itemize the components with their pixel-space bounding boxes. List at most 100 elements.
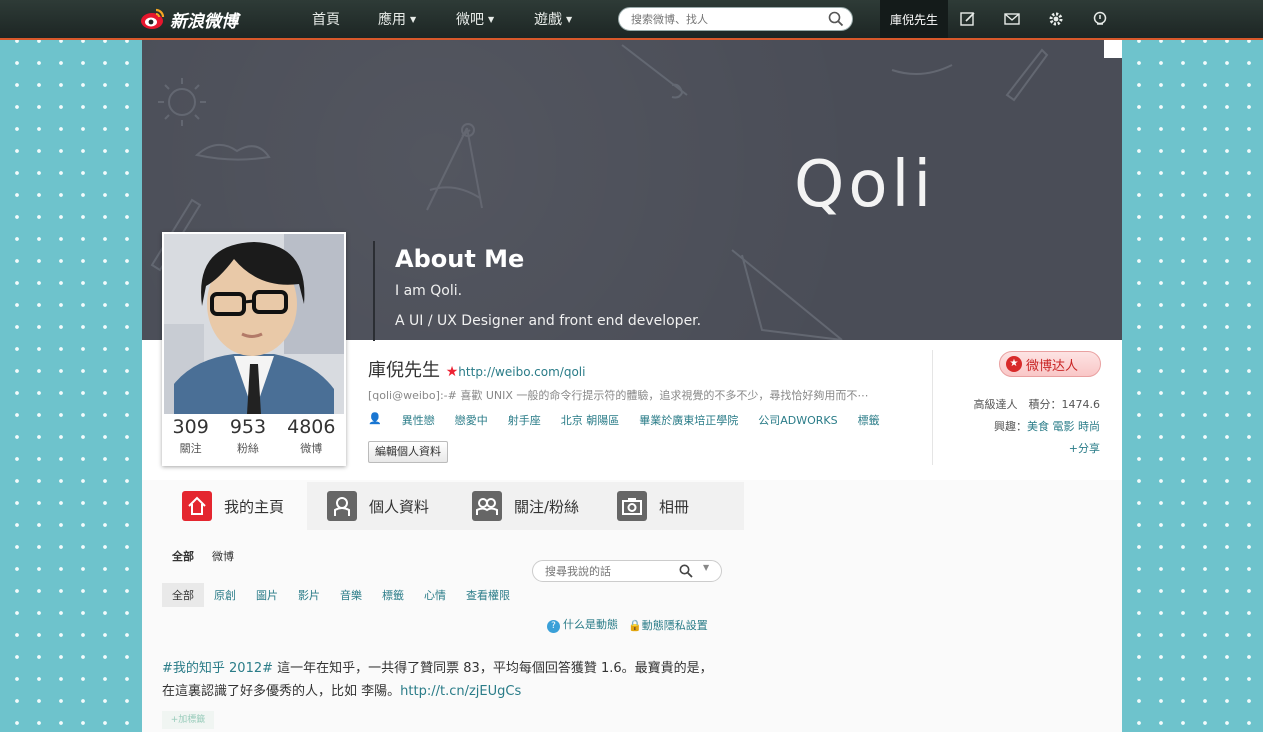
interest-food[interactable]: 美食 xyxy=(1027,420,1049,433)
dropdown-icon[interactable]: ▼ xyxy=(703,563,709,572)
feed-search-input[interactable] xyxy=(543,564,677,579)
tab-my-home-label: 我的主頁 xyxy=(224,497,285,516)
tag-education[interactable]: 畢業於廣東培正學院 xyxy=(639,412,738,428)
filter-permissions[interactable]: 查看權限 xyxy=(456,583,520,607)
share-link[interactable]: +分享 xyxy=(1069,442,1100,455)
user-menu[interactable]: 庫倪先生 xyxy=(880,0,948,38)
interest-movie[interactable]: 電影 xyxy=(1053,420,1075,433)
feed-filters: 全部 原創 圖片 影片 音樂 標籤 心情 查看權限 xyxy=(162,583,520,607)
caret-down-icon: ▼ xyxy=(410,14,417,24)
expert-level: 高級達人 積分：1474.6 xyxy=(973,398,1101,411)
nav-home[interactable]: 首頁 xyxy=(312,0,340,38)
tag-zodiac[interactable]: 射手座 xyxy=(508,412,541,428)
search-icon[interactable] xyxy=(828,11,844,27)
edit-profile-button[interactable]: 編輯個人資料 xyxy=(368,441,448,463)
tag-orientation[interactable]: 異性戀 xyxy=(402,412,435,428)
tag-labels[interactable]: 標籤 xyxy=(858,412,880,428)
global-search-input[interactable] xyxy=(629,11,823,27)
tag-company[interactable]: 公司ADWORKS xyxy=(758,412,837,428)
profile-bio: [qoli@weibo]:-# 喜歡 UNIX 一般的命令行提示符的體驗，追求視… xyxy=(368,389,869,402)
post-link[interactable]: http://t.cn/zjEUgCs xyxy=(400,684,521,699)
stat-posts[interactable]: 4806 微博 xyxy=(287,416,335,456)
tab-follow-fans-label: 關注/粉絲 xyxy=(514,497,580,516)
nav-games[interactable]: 遊戲 ▼ xyxy=(534,0,572,38)
share-link-row: +分享 xyxy=(1069,440,1100,456)
logo-text: 新浪微博 xyxy=(170,11,238,32)
cover-brand-text: Qoli xyxy=(794,148,936,222)
mail-icon[interactable] xyxy=(1003,10,1021,28)
tab-follow-fans[interactable]: 關注/粉絲 xyxy=(452,482,597,530)
nav-bar[interactable]: 微吧 ▼ xyxy=(456,0,494,38)
filter-mood[interactable]: 心情 xyxy=(414,583,456,607)
profile-name: 庫倪先生 xyxy=(368,360,440,381)
home-icon xyxy=(182,491,212,521)
tag-location[interactable]: 北京 朝陽區 xyxy=(561,412,620,428)
avatar-card: 309 關注 953 粉絲 4806 微博 xyxy=(162,232,346,466)
weibo-logo[interactable]: 新浪微博 xyxy=(140,5,238,33)
feed-subnav: 全部 微博 xyxy=(172,548,234,564)
nav-bar-label: 微吧 xyxy=(456,12,484,28)
stat-followers-count: 953 xyxy=(229,416,267,438)
star-badge-icon: ★ xyxy=(1006,356,1022,372)
lock-icon: 🔒 xyxy=(628,618,642,632)
stat-following-count: 309 xyxy=(172,416,209,438)
verified-star-icon: ★ xyxy=(445,364,459,380)
follow-stats: 309 關注 953 粉絲 4806 微博 xyxy=(162,416,346,456)
notification-icon[interactable] xyxy=(1091,10,1109,28)
stat-posts-count: 4806 xyxy=(287,416,336,438)
user-menu-label: 庫倪先生 xyxy=(889,12,938,27)
filter-original[interactable]: 原創 xyxy=(204,583,246,607)
subnav-all[interactable]: 全部 xyxy=(172,548,194,564)
about-me-title: About Me xyxy=(395,245,525,273)
filter-music[interactable]: 音樂 xyxy=(330,583,372,607)
interest-fashion[interactable]: 時尚 xyxy=(1078,420,1100,433)
feed-search: ▼ xyxy=(532,560,722,582)
weibo-eye-icon xyxy=(141,8,165,29)
feed-post: #我的知乎 2012# 這一年在知乎，一共得了贊同票 83，平均每個回答獲贊 1… xyxy=(162,657,722,703)
users-icon xyxy=(472,491,502,521)
stat-posts-label: 微博 xyxy=(300,442,323,455)
about-me-line-1: I am Qoli. xyxy=(395,283,463,299)
weibo-expert-badge[interactable]: ★ 微博达人 xyxy=(999,351,1101,377)
tab-profile-info[interactable]: 個人資料 xyxy=(307,482,452,530)
avatar-portrait xyxy=(164,234,344,414)
compose-icon[interactable] xyxy=(959,10,977,28)
cover-corner-tab[interactable] xyxy=(1104,40,1122,58)
stat-followers-label: 粉絲 xyxy=(236,442,259,455)
activity-privacy-label: 動態隱私設置 xyxy=(641,618,708,632)
caret-down-icon: ▼ xyxy=(566,14,573,24)
avatar[interactable] xyxy=(164,234,344,414)
interests-label: 興趣： xyxy=(994,420,1027,433)
profile-page: Qoli About Me I am Qoli. A UI / UX Desig… xyxy=(142,40,1122,732)
filter-tags[interactable]: 標籤 xyxy=(372,583,414,607)
tab-album[interactable]: 相冊 xyxy=(597,482,742,530)
tab-my-home[interactable]: 我的主頁 xyxy=(162,482,307,530)
tag-relationship[interactable]: 戀愛中 xyxy=(455,412,488,428)
profile-tabs: 我的主頁 個人資料 關注/粉絲 相冊 xyxy=(162,482,744,530)
what-is-activity-link[interactable]: ? 什么是動態 xyxy=(547,616,618,633)
gear-icon[interactable] xyxy=(1047,10,1065,28)
profile-tags: 👤 異性戀 戀愛中 射手座 北京 朝陽區 畢業於廣東培正學院 公司ADWORKS… xyxy=(368,412,918,428)
caret-down-icon: ▼ xyxy=(488,14,495,24)
nav-games-label: 遊戲 xyxy=(534,12,562,28)
activity-privacy-link[interactable]: 🔒動態隱私設置 xyxy=(628,617,708,633)
global-search xyxy=(618,7,853,31)
subnav-weibo[interactable]: 微博 xyxy=(212,548,234,564)
weibo-expert-badge-label: 微博达人 xyxy=(1026,358,1079,374)
nav-home-label: 首頁 xyxy=(312,12,340,28)
person-icon: 👤 xyxy=(368,412,382,425)
post-hashtag[interactable]: #我的知乎 2012# xyxy=(162,661,273,676)
activity-hints: ? 什么是動態 🔒動態隱私設置 xyxy=(547,616,708,633)
search-icon[interactable] xyxy=(679,564,693,578)
filter-all[interactable]: 全部 xyxy=(162,583,204,607)
top-navigation-bar: 新浪微博 首頁 應用 ▼ 微吧 ▼ 遊戲 ▼ 庫倪先生 xyxy=(0,0,1263,40)
filter-images[interactable]: 圖片 xyxy=(246,583,288,607)
tab-profile-info-label: 個人資料 xyxy=(369,497,430,516)
add-tag-button[interactable]: +加標籤 xyxy=(162,711,214,729)
profile-url[interactable]: http://weibo.com/qoli xyxy=(458,365,585,379)
stat-followers[interactable]: 953 粉絲 xyxy=(230,416,266,456)
stat-following[interactable]: 309 關注 xyxy=(173,416,209,456)
filter-videos[interactable]: 影片 xyxy=(288,583,330,607)
stat-following-label: 關注 xyxy=(179,442,202,455)
nav-apps[interactable]: 應用 ▼ xyxy=(378,0,416,38)
